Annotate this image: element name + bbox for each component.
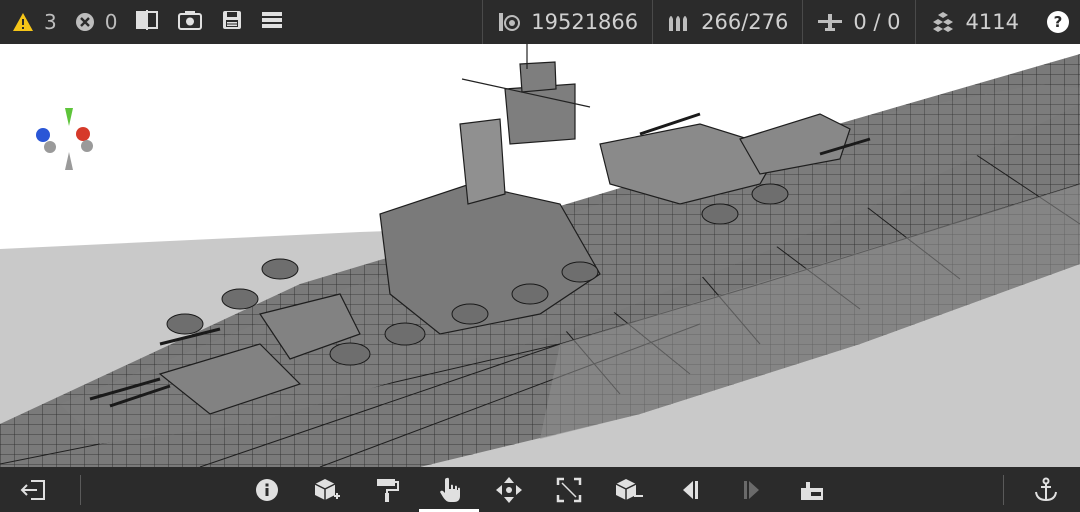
menu-button[interactable] xyxy=(261,10,283,35)
anchor-icon xyxy=(1035,477,1057,501)
info-button[interactable] xyxy=(245,467,289,512)
resize-icon xyxy=(556,477,582,502)
resize-button[interactable] xyxy=(547,467,591,512)
toolbar-separator xyxy=(80,475,81,505)
move-button[interactable] xyxy=(487,467,531,512)
top-bar: 3 0 19521866 266/276 0 / 0 4114 ? xyxy=(0,0,1080,44)
aircraft-value: 0 / 0 xyxy=(853,10,901,34)
screenshot-button[interactable] xyxy=(177,9,203,36)
help-button[interactable]: ? xyxy=(1047,11,1069,33)
gizmo-z-axis[interactable] xyxy=(36,128,50,142)
info-icon xyxy=(256,478,278,501)
parts-stat[interactable]: 4114 xyxy=(914,0,1033,44)
exit-icon xyxy=(20,479,45,500)
parts-value: 4114 xyxy=(965,10,1019,34)
move-arrows-icon xyxy=(496,476,522,503)
next-icon xyxy=(744,480,759,499)
toolbar-separator-right xyxy=(1003,475,1004,505)
factory-icon xyxy=(801,481,823,500)
paint-button[interactable] xyxy=(365,467,409,512)
remove-block-icon xyxy=(615,478,643,500)
hand-select-icon xyxy=(440,477,460,502)
split-view-icon xyxy=(135,9,159,36)
warnings-indicator[interactable]: 3 xyxy=(12,10,57,34)
aircraft-icon xyxy=(817,11,843,33)
save-icon xyxy=(221,9,243,36)
warnings-count: 3 xyxy=(44,10,57,34)
ship-render[interactable] xyxy=(0,44,1080,467)
error-icon xyxy=(75,12,95,32)
top-bar-left: 3 0 xyxy=(0,0,301,44)
bottom-toolbar xyxy=(0,467,1080,512)
gizmo-x-axis[interactable] xyxy=(76,127,90,141)
errors-count: 0 xyxy=(104,10,118,34)
ammunition-icon xyxy=(667,11,691,33)
menu-icon xyxy=(261,10,283,35)
gizmo-neg-y[interactable] xyxy=(65,152,73,170)
errors-indicator[interactable]: 0 xyxy=(75,10,118,34)
gizmo-neg-x[interactable] xyxy=(81,140,93,152)
top-bar-stats: 19521866 266/276 0 / 0 4114 ? xyxy=(482,0,1080,44)
orientation-gizmo[interactable] xyxy=(34,106,98,172)
ship-viewport[interactable] xyxy=(0,44,1080,467)
gizmo-y-axis[interactable] xyxy=(65,108,73,126)
save-button[interactable] xyxy=(221,9,243,36)
ammunition-stat[interactable]: 266/276 xyxy=(652,0,802,44)
exit-button[interactable] xyxy=(12,467,56,512)
aircraft-stat[interactable]: 0 / 0 xyxy=(802,0,914,44)
previous-button[interactable] xyxy=(668,467,712,512)
add-block-button[interactable] xyxy=(305,467,349,512)
remove-block-button[interactable] xyxy=(607,467,651,512)
hand-select-button[interactable] xyxy=(428,467,472,512)
anchor-button[interactable] xyxy=(1024,467,1068,512)
cost-value: 19521866 xyxy=(531,10,639,34)
paint-roller-icon xyxy=(377,478,399,502)
gizmo-neg-z[interactable] xyxy=(44,141,56,153)
parts-icon xyxy=(930,11,956,33)
previous-icon xyxy=(683,480,698,499)
add-block-icon xyxy=(314,478,340,500)
screenshot-camera-icon xyxy=(177,9,203,36)
warning-icon xyxy=(12,12,34,32)
cost-icon xyxy=(497,11,521,33)
next-button[interactable] xyxy=(730,467,774,512)
ammunition-value: 266/276 xyxy=(701,10,789,34)
cost-stat[interactable]: 19521866 xyxy=(482,0,652,44)
split-view-button[interactable] xyxy=(135,9,159,36)
factory-button[interactable] xyxy=(790,467,834,512)
